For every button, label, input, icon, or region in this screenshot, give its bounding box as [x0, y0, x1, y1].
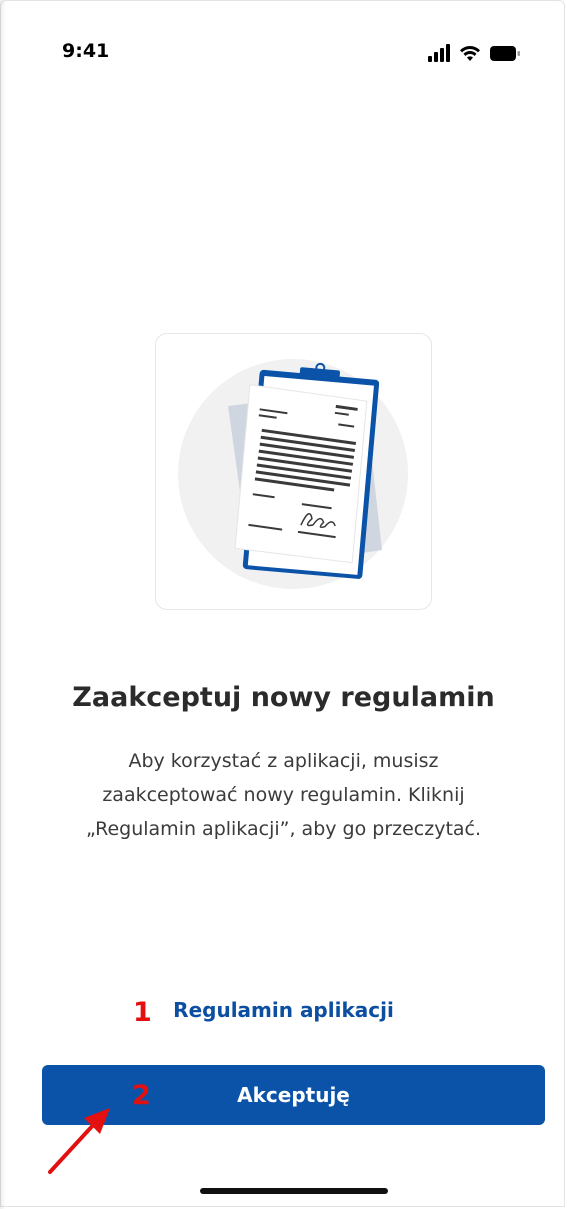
- status-bar: 9:41: [0, 0, 567, 90]
- accept-button-label: Akceptuję: [237, 1083, 350, 1107]
- description-line: zaakceptować nowy regulamin. Kliknij: [102, 784, 465, 806]
- status-icons: [428, 44, 528, 64]
- annotation-marker-1: 1: [133, 997, 152, 1028]
- annotation-marker-2: 2: [132, 1080, 151, 1111]
- home-indicator: [200, 1188, 388, 1194]
- status-time: 9:41: [62, 40, 110, 62]
- annotation-arrow-icon: [48, 1108, 110, 1174]
- document-clipboard-illustration: [178, 359, 408, 589]
- description-line: Aby korzystać z aplikacji, musisz: [128, 750, 439, 772]
- wifi-icon: [460, 45, 480, 61]
- battery-icon: [490, 46, 520, 61]
- page-title: Zaakceptuj nowy regulamin: [72, 682, 495, 713]
- illustration-card: [155, 333, 432, 610]
- description: Aby korzystać z aplikacji, musisz zaakce…: [40, 744, 527, 846]
- signal-icon: [428, 44, 450, 62]
- terms-link[interactable]: Regulamin aplikacji: [0, 998, 567, 1022]
- frame-shadow: [0, 0, 6, 1209]
- description-line: „Regulamin aplikacji”, aby go przeczytać…: [85, 818, 482, 840]
